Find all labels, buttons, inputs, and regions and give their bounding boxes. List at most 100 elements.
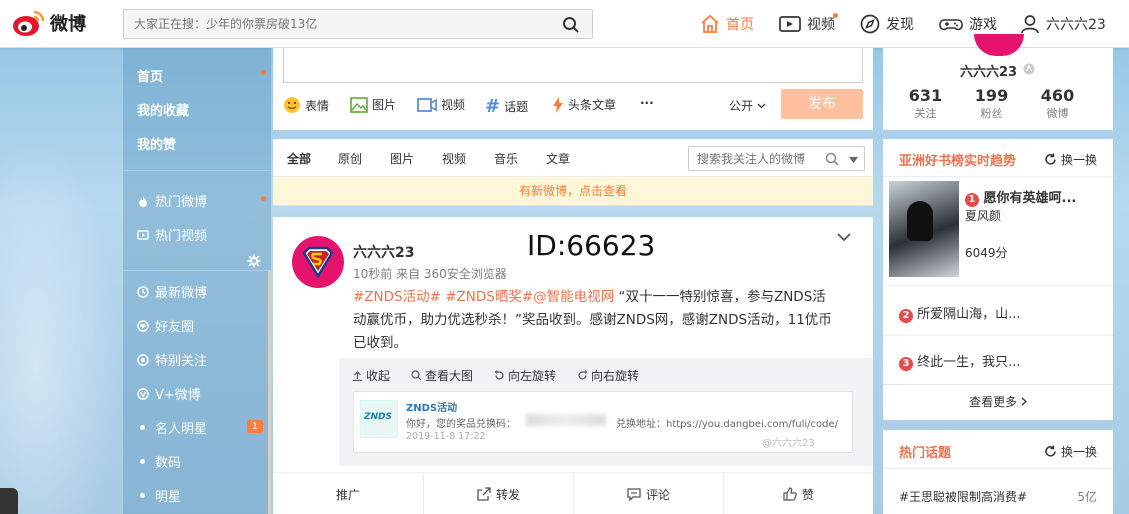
tab-videos[interactable]: 视频 — [442, 150, 466, 167]
book-title: 所爱隔山海，山... — [917, 307, 1021, 322]
sidebar-item-latest[interactable]: 最新微博 — [137, 282, 207, 301]
refresh-icon — [1045, 445, 1056, 457]
nav-discover-label: 发现 — [886, 17, 914, 33]
profile-avatar[interactable] — [974, 34, 1024, 56]
sidebar-item-favorites[interactable]: 我的收藏 — [137, 100, 189, 119]
hot-topic-item[interactable]: #王思聪被限制高消费# — [899, 488, 1027, 505]
sidebar-item-hot-video[interactable]: 热门视频 — [137, 225, 207, 244]
rank-badge: 3 — [899, 357, 913, 371]
post-hashtags[interactable]: #ZNDS活动# #ZNDS晒奖#@智能电视网 — [353, 289, 614, 305]
video-icon — [417, 97, 437, 112]
sidebar-item-vplus[interactable]: V+微博 — [137, 384, 201, 403]
tool-emoji[interactable]: 表情 — [283, 96, 329, 114]
top-navigation-bar: 微博 首页 视频 发现 游戏 六六六23 — [0, 0, 1129, 48]
profile-name[interactable]: 六六六23 — [960, 61, 1017, 80]
book-trends-refresh[interactable]: 换一换 — [1044, 151, 1097, 168]
promote-button[interactable]: 推广 — [273, 473, 423, 514]
more-tools-button[interactable]: ··· — [640, 96, 654, 110]
post-media-panel: 收起 查看大图 向左旋转 向右旋转 ZNDS ZNDS活动 你好，您的奖品兑换码… — [339, 358, 873, 466]
rotate-left-icon — [494, 370, 504, 380]
book-item-2[interactable]: 2 所爱隔山海，山... — [899, 303, 1021, 323]
image-line-1: 你好，您的奖品兑换码： — [406, 419, 516, 430]
sidebar-item-home[interactable]: 首页 — [137, 66, 163, 85]
caret-down-icon[interactable] — [849, 157, 858, 163]
global-search-input[interactable] — [124, 10, 544, 38]
publish-button[interactable]: 发布 — [781, 89, 863, 119]
tab-articles[interactable]: 文章 — [546, 150, 570, 167]
new-posts-notice[interactable]: 有新微博，点击查看 — [273, 177, 873, 206]
nav-video[interactable]: 视频 — [779, 0, 838, 48]
global-search — [123, 9, 593, 39]
rotate-right-button[interactable]: 向右旋转 — [577, 367, 639, 384]
tool-video[interactable]: 视频 — [417, 96, 465, 113]
stat-posts[interactable]: 460 微博 — [1015, 86, 1100, 121]
tab-music[interactable]: 音乐 — [494, 150, 518, 167]
hot-topics-refresh[interactable]: 换一换 — [1044, 443, 1097, 460]
author-avatar[interactable] — [292, 236, 344, 288]
nav-user[interactable]: 六六六23 — [1020, 0, 1106, 48]
tab-images[interactable]: 图片 — [390, 150, 414, 167]
sidebar-item-star[interactable]: 明星 — [137, 486, 181, 505]
book-more-link[interactable]: 查看更多 — [883, 393, 1113, 410]
tool-image[interactable]: 图片 — [350, 96, 396, 113]
sidebar-item-celebrity[interactable]: 名人明星 — [137, 418, 207, 437]
media-tool-label: 向右旋转 — [591, 369, 640, 383]
compass-icon — [860, 14, 880, 34]
redacted-code — [526, 414, 606, 426]
gear-icon[interactable] — [247, 254, 261, 268]
sidebar-home-dot — [261, 70, 266, 75]
repost-button[interactable]: 转发 — [423, 473, 573, 514]
feed-search-input[interactable] — [689, 147, 819, 170]
search-icon[interactable] — [825, 152, 839, 166]
chevron-down-icon[interactable] — [837, 233, 851, 242]
visibility-select[interactable]: 公开 — [729, 97, 766, 114]
rotate-left-button[interactable]: 向左旋转 — [494, 367, 556, 384]
book-author: 夏风颜 — [965, 209, 1002, 223]
tool-label: 话题 — [504, 100, 529, 114]
stat-label: 微博 — [1046, 107, 1069, 120]
book-item-1[interactable]: 1 愿你有英雄呵... — [965, 187, 1076, 207]
tool-topic[interactable]: # 话题 — [485, 96, 528, 117]
post-image[interactable]: ZNDS ZNDS活动 你好，您的奖品兑换码： 兑换地址：https://you… — [353, 391, 853, 453]
flame-icon — [139, 195, 147, 207]
composer-textarea[interactable] — [283, 48, 863, 83]
card-divider — [883, 384, 1113, 385]
nav-video-dot — [833, 13, 838, 18]
weibo-logo[interactable]: 微博 — [12, 8, 86, 38]
nav-home[interactable]: 首页 — [700, 0, 754, 48]
chevron-right-icon — [1021, 397, 1027, 406]
sidebar-scrollbar[interactable] — [268, 270, 271, 514]
sidebar-item-likes[interactable]: 我的赞 — [137, 134, 176, 153]
sidebar-item-special[interactable]: 特别关注 — [137, 350, 207, 369]
author-name[interactable]: 六六六23 — [353, 242, 414, 262]
profile-card: 六六六23 631 关注 199 粉丝 460 微博 — [883, 34, 1113, 130]
image-date: 2019-11-8 17:22 — [406, 431, 486, 442]
search-icon[interactable] — [562, 16, 580, 34]
sidebar-item-hot-weibo[interactable]: 热门微博 — [137, 191, 207, 210]
book-cover-1[interactable] — [889, 181, 959, 277]
logo-text: 微博 — [50, 14, 86, 35]
book-trends-title[interactable]: 亚洲好书榜实时趋势 — [899, 150, 1016, 169]
sidebar-item-friends[interactable]: 好友圈 — [137, 316, 194, 335]
view-large-button[interactable]: 查看大图 — [411, 367, 473, 384]
sidebar-item-label: V+微博 — [155, 388, 201, 403]
tab-original[interactable]: 原创 — [338, 150, 362, 167]
tool-article[interactable]: 头条文章 — [552, 96, 616, 113]
comment-button[interactable]: 评论 — [573, 473, 723, 514]
home-icon — [701, 14, 719, 33]
nav-discover[interactable]: 发现 — [860, 0, 914, 48]
tab-all[interactable]: 全部 — [287, 150, 311, 167]
book-item-3[interactable]: 3 终此一生，我只... — [899, 351, 1021, 371]
post-meta: 10秒前 来自 360安全浏览器 — [353, 267, 507, 281]
sidebar-item-digital[interactable]: 数码 — [137, 452, 181, 471]
book-cover-figure — [907, 201, 933, 241]
comment-icon — [627, 487, 641, 501]
action-label: 评论 — [645, 487, 670, 502]
level-badge-icon — [1023, 63, 1035, 75]
sidebar-item-label: 热门微博 — [155, 195, 208, 210]
sidebar-item-label: 好友圈 — [155, 320, 195, 335]
corner-widget[interactable] — [0, 488, 18, 514]
hot-topics-title[interactable]: 热门话题 — [899, 442, 951, 461]
like-button[interactable]: 赞 — [723, 473, 873, 514]
collapse-button[interactable]: 收起 — [352, 367, 390, 384]
